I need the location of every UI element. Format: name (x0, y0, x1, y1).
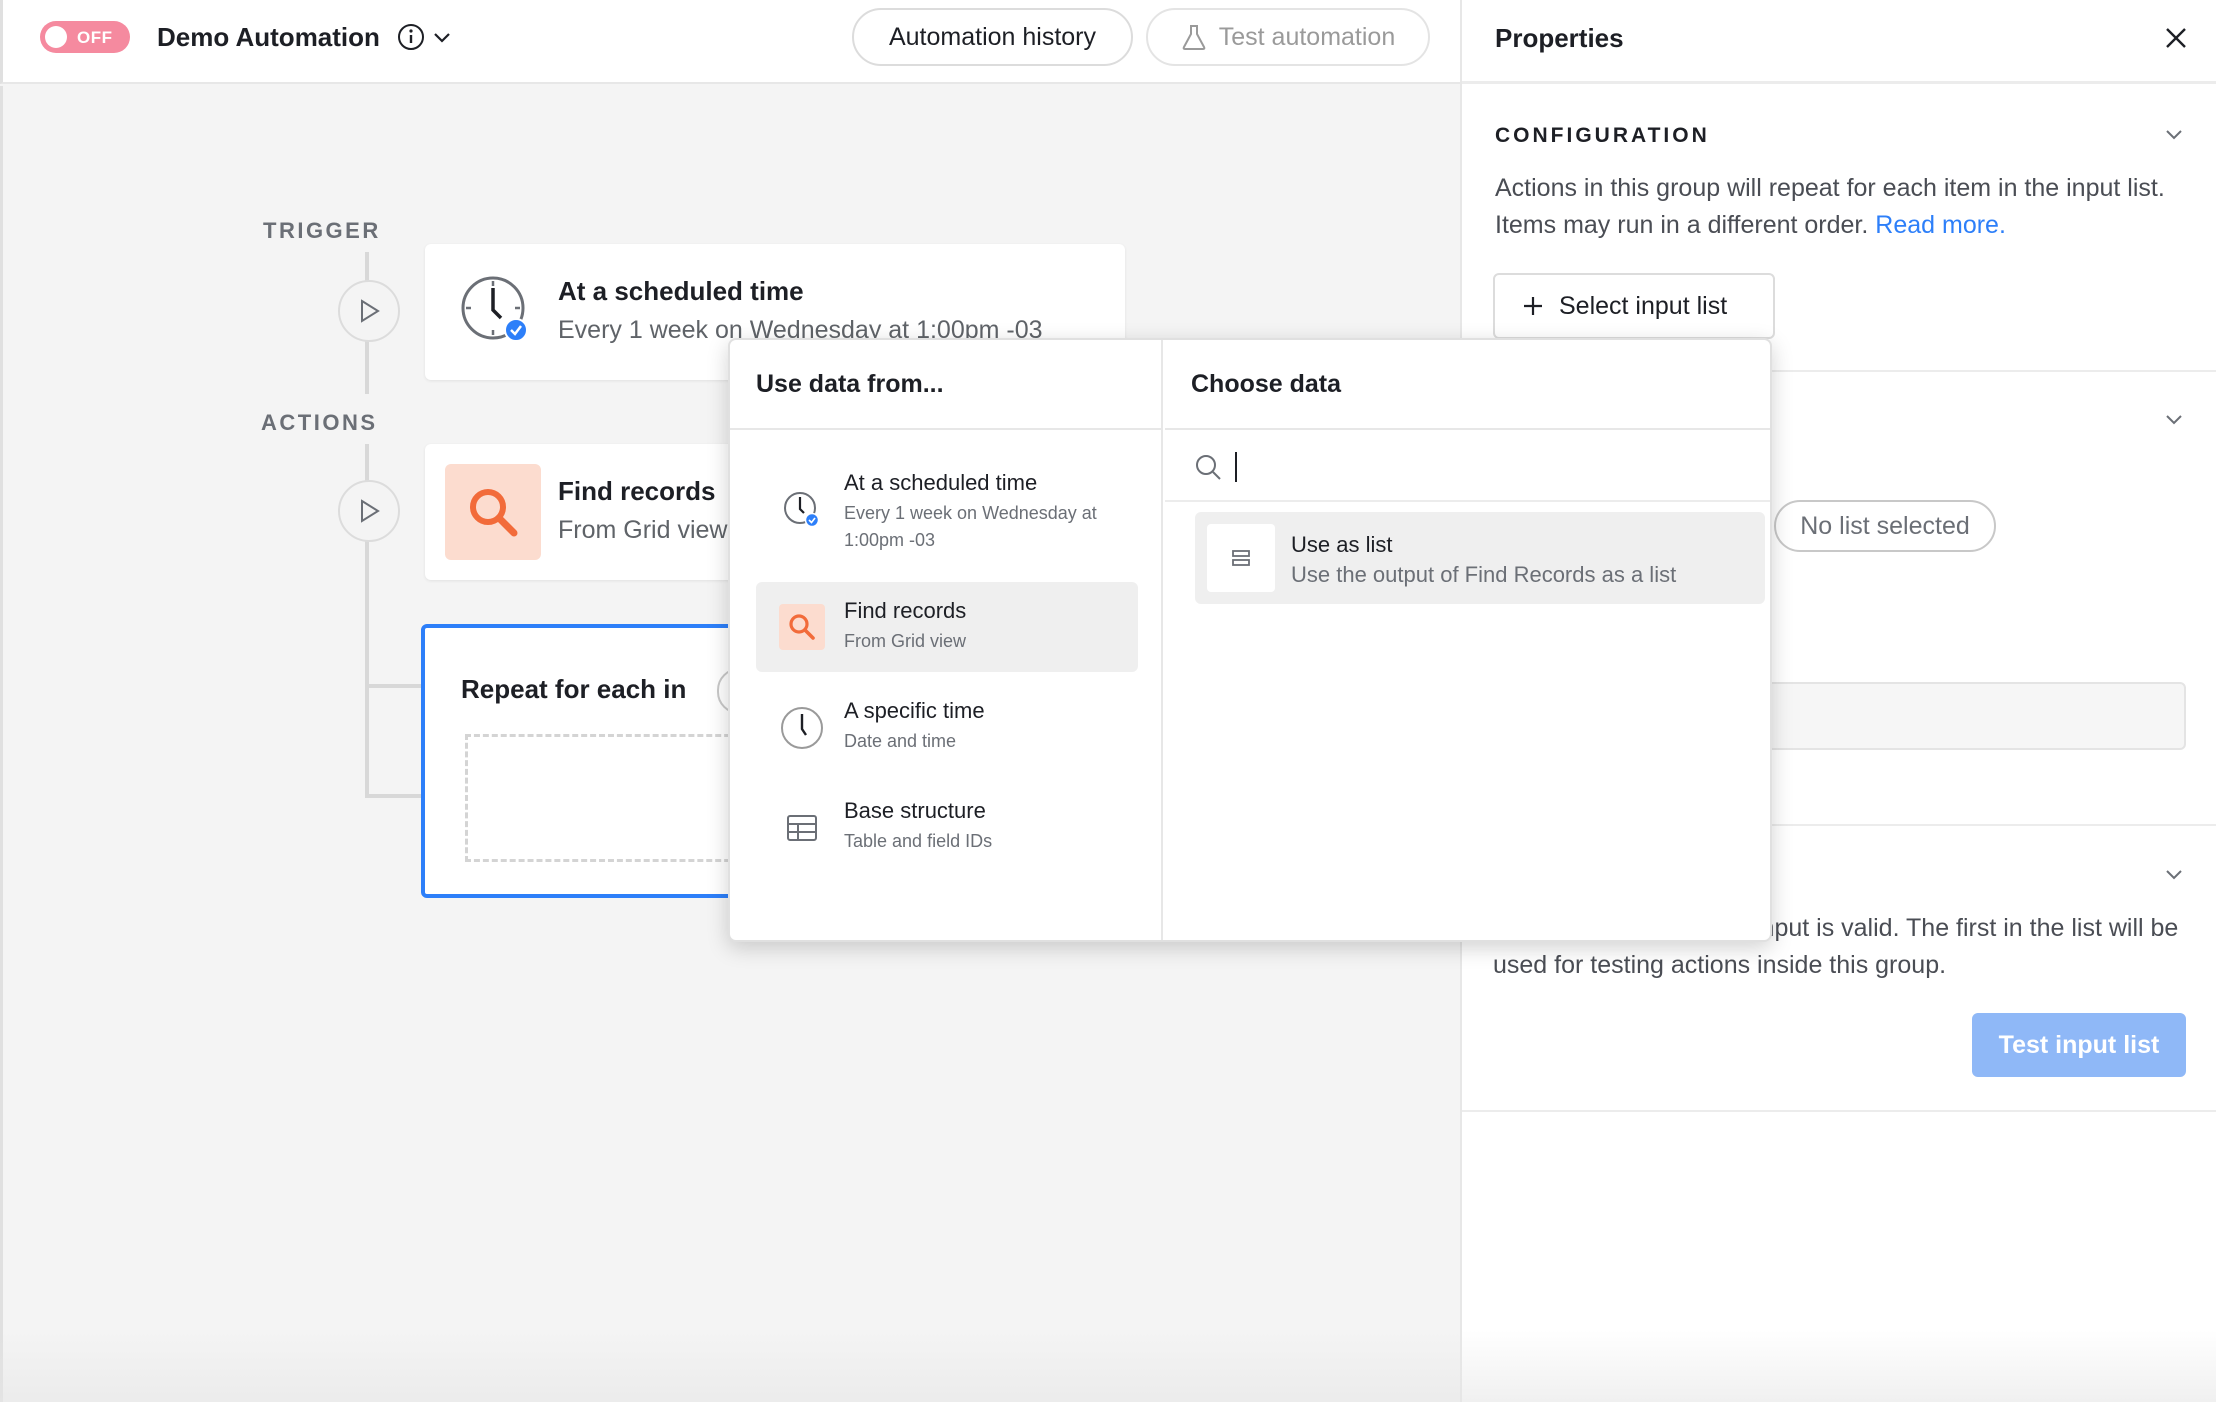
data-source-column: Use data from... At a scheduled time Eve… (730, 340, 1163, 940)
search-orange-icon-tile (778, 603, 826, 651)
data-source-item-title: At a scheduled time (844, 470, 1038, 495)
test-input-list-button[interactable]: Test input list (1972, 1013, 2186, 1077)
repeat-card-title: Repeat for each in (461, 674, 687, 704)
choose-data-column: Choose data Use as list Use the output o… (1165, 340, 1770, 940)
run-trigger-button[interactable] (338, 280, 400, 342)
play-icon (361, 299, 380, 323)
play-icon (361, 499, 380, 523)
data-source-item-specific-time[interactable]: A specific time Date and time (756, 684, 1138, 774)
choose-data-header: Choose data (1165, 340, 1770, 430)
use-as-list-option[interactable]: Use as list Use the output of Find Recor… (1195, 512, 1765, 604)
list-icon (1207, 524, 1275, 592)
actions-section-label: ACTIONS (261, 410, 378, 435)
trigger-section-label: TRIGGER (263, 218, 381, 243)
flask-icon (1182, 25, 1206, 50)
data-source-item-title: Find records (844, 598, 967, 623)
read-more-link[interactable]: Read more. (1875, 211, 2006, 239)
no-list-selected-label: No list selected (1800, 511, 1970, 540)
data-source-heading: Use data from... (756, 370, 944, 398)
choose-data-heading: Choose data (1191, 370, 1342, 398)
panel-input-field[interactable] (1730, 682, 2186, 750)
test-automation-label: Test automation (1218, 22, 1396, 51)
chevron-down-icon[interactable] (431, 26, 453, 48)
data-source-item-find-records[interactable]: Find records From Grid view (756, 582, 1138, 672)
select-input-list-label: Select input list (1559, 291, 1728, 320)
plus-icon (1524, 297, 1542, 315)
search-orange-icon (789, 614, 815, 640)
select-input-list-button[interactable]: Select input list (1493, 273, 1775, 339)
data-source-item-subtitle: Every 1 week on Wednesday at 1:00pm -03 (844, 503, 1097, 550)
test-automation-button[interactable]: Test automation (1146, 8, 1430, 66)
use-as-list-title: Use as list (1291, 532, 1393, 557)
close-icon[interactable] (2160, 22, 2192, 54)
toggle-knob (45, 26, 67, 48)
data-picker-popover: Use data from... At a scheduled time Eve… (728, 338, 1772, 942)
section-divider (1462, 1110, 2216, 1112)
find-records-card-title: Find records (558, 476, 716, 506)
data-source-item-subtitle: Table and field IDs (844, 831, 993, 851)
table-icon (778, 804, 826, 852)
clock-check-icon (461, 276, 528, 342)
test-input-list-label: Test input list (1998, 1030, 2160, 1059)
configuration-heading: CONFIGURATION (1495, 124, 1710, 147)
automation-history-button[interactable]: Automation history (852, 8, 1133, 66)
chevron-down-icon[interactable] (2162, 122, 2186, 146)
data-source-item-base-structure[interactable]: Base structure Table and field IDs (756, 786, 1138, 876)
search-orange-icon (470, 489, 518, 537)
automation-toggle[interactable]: OFF (40, 21, 130, 53)
use-as-list-subtitle: Use the output of Find Records as a list (1291, 562, 1677, 587)
find-records-icon-tile (445, 464, 541, 560)
connector-branch (365, 794, 423, 798)
configuration-description-text: Actions in this group will repeat for ea… (1495, 174, 2165, 239)
search-input[interactable] (1231, 446, 1731, 486)
automation-title[interactable]: Demo Automation (157, 22, 380, 53)
automation-history-label: Automation history (888, 22, 1097, 51)
panel-title: Properties (1495, 23, 1624, 53)
clock-icon (778, 704, 826, 752)
search-row (1165, 430, 1770, 502)
search-icon (1196, 455, 1221, 480)
connector-branch (365, 684, 423, 688)
data-source-item-title: A specific time (844, 698, 985, 723)
data-source-item-subtitle: Date and time (844, 731, 957, 751)
info-icon[interactable] (396, 22, 426, 52)
trigger-card-title: At a scheduled time (558, 276, 804, 306)
chevron-down-icon[interactable] (2162, 862, 2186, 886)
top-bar: OFF Demo Automation Automation history T… (0, 0, 1460, 84)
panel-header: Properties (1462, 0, 2216, 84)
clock-check-icon (778, 486, 826, 534)
data-source-item-title: Base structure (844, 798, 986, 823)
toggle-label: OFF (77, 28, 113, 47)
no-list-selected-badge: No list selected (1774, 500, 1996, 552)
configuration-description: Actions in this group will repeat for ea… (1495, 170, 2185, 244)
data-source-item-subtitle: From Grid view (844, 631, 967, 651)
run-find-records-button[interactable] (338, 480, 400, 542)
text-cursor (1235, 452, 1237, 482)
data-source-item-scheduled-time[interactable]: At a scheduled time Every 1 week on Wedn… (756, 462, 1138, 564)
data-source-header: Use data from... (730, 340, 1163, 430)
chevron-down-icon[interactable] (2162, 407, 2186, 431)
find-records-card-subtitle: From Grid view (558, 516, 728, 544)
